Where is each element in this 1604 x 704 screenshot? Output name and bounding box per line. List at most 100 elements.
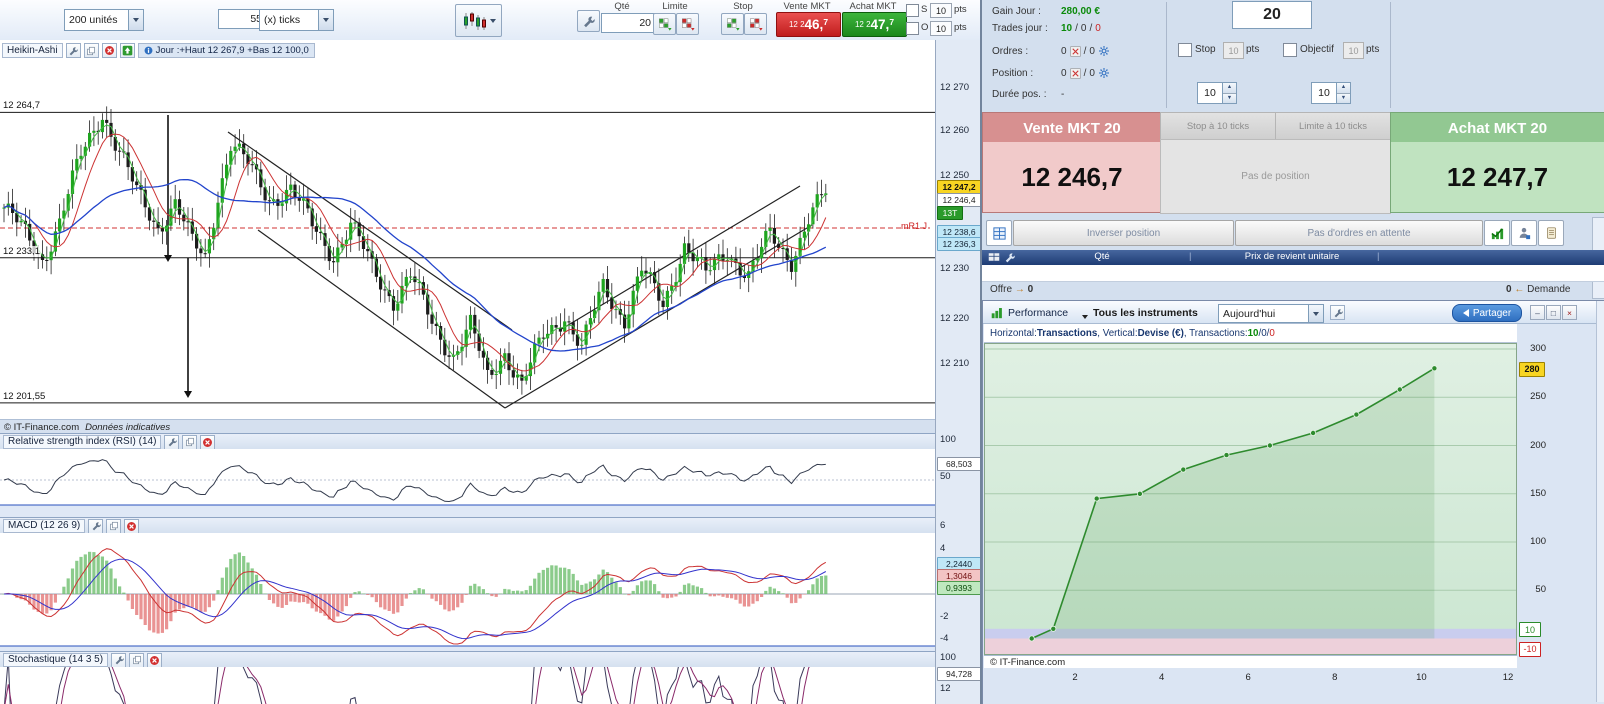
wrench-icon[interactable]	[88, 518, 104, 534]
wrench-icon[interactable]	[111, 652, 127, 668]
chevron-down-icon[interactable]	[318, 10, 333, 30]
units-select[interactable]: 200 unités	[64, 9, 144, 31]
wrench-icon	[164, 434, 180, 450]
close-icon[interactable]	[200, 434, 216, 450]
stochastic-chart[interactable]	[0, 667, 935, 704]
ladder-view-button[interactable]	[986, 220, 1012, 246]
trades-row: Trades jour : 10 / 0 / 0	[992, 23, 1101, 34]
move-up-icon[interactable]	[119, 43, 135, 58]
o-pts-input[interactable]: 10	[930, 21, 952, 36]
performance-y-tick: 200	[1530, 439, 1546, 451]
gear-icon[interactable]	[1098, 45, 1110, 57]
instruments-filter[interactable]: Tous les instruments	[1093, 307, 1198, 319]
vente-mkt-price[interactable]: 12 246,7	[982, 142, 1162, 213]
close-icon[interactable]	[124, 518, 140, 534]
order-log-button[interactable]	[1538, 220, 1564, 246]
vente-mkt-header[interactable]: Vente MKT 20	[982, 112, 1162, 144]
close-icon[interactable]	[147, 652, 163, 668]
legend-segment: Transactions	[1036, 327, 1098, 339]
filter-chevron-icon[interactable]	[1082, 311, 1088, 322]
stepper-arrows[interactable]: ▲ ▼	[1336, 83, 1350, 103]
pas-dordres-button[interactable]: Pas d'ordres en attente	[1235, 220, 1483, 246]
vente-mkt-button[interactable]: 12 2 46, 7	[776, 12, 841, 37]
stop-pts-input[interactable]: 10	[1223, 42, 1244, 59]
pivot-level-label: mR1 J	[901, 221, 928, 231]
cancel-orders-icon[interactable]	[1069, 45, 1081, 57]
s-checkbox[interactable]	[906, 4, 919, 17]
limite-sell-button[interactable]	[676, 13, 699, 35]
o-checkbox[interactable]	[906, 22, 919, 35]
separator: /	[1083, 45, 1087, 57]
close-position-icon[interactable]	[1069, 67, 1081, 79]
rsi-title[interactable]: Relative strength index (RSI) (14)	[3, 435, 162, 449]
ordres-count: 0	[1061, 45, 1067, 57]
tab-performance[interactable]: Performance	[1008, 307, 1068, 319]
account-button[interactable]	[1511, 220, 1537, 246]
stop-sell-button[interactable]	[744, 13, 767, 35]
period-type-select[interactable]: (x) ticks	[259, 9, 334, 31]
performance-chart[interactable]	[984, 343, 1517, 655]
duplicate-icon[interactable]	[182, 434, 198, 450]
column-divider: |	[1189, 251, 1192, 262]
price-axis[interactable]: 12 270 12 260 12 250 12 230 12 220 12 210 100 5…	[935, 40, 981, 704]
stop-ticks-header[interactable]: Stop à 10 ticks	[1160, 112, 1276, 140]
macd-chart[interactable]	[0, 533, 935, 651]
close-button[interactable]: ×	[1562, 305, 1577, 320]
stop-checkbox[interactable]	[1178, 43, 1192, 57]
order-quantity-input[interactable]: 20	[1232, 1, 1312, 29]
partager-button[interactable]: Partager	[1452, 304, 1522, 322]
limite-ticks-header[interactable]: Limite à 10 ticks	[1275, 112, 1391, 140]
trades-flat: 0	[1080, 23, 1087, 34]
minimize-button[interactable]: –	[1530, 305, 1545, 320]
stop-ticks-stepper[interactable]: 10 ▲ ▼	[1197, 82, 1237, 104]
axis-price-tag: 0,9393	[937, 581, 981, 595]
chart-type-button[interactable]	[455, 4, 502, 37]
objectif-pts-input[interactable]: 10	[1343, 42, 1364, 59]
achat-mkt-header[interactable]: Achat MKT 20	[1390, 112, 1604, 144]
indicator-name[interactable]: Heikin-Ashi	[2, 43, 63, 58]
close-icon[interactable]	[101, 43, 117, 58]
offre-label: Offre	[990, 284, 1013, 295]
qty-input[interactable]: 20	[601, 13, 657, 33]
objectif-checkbox[interactable]	[1283, 43, 1297, 57]
stepper-arrows[interactable]: ▲ ▼	[1222, 83, 1236, 103]
chevron-down-icon[interactable]	[1308, 305, 1323, 322]
duplicate-icon[interactable]	[129, 652, 145, 668]
legend-segment: 10	[1247, 327, 1259, 339]
macd-title[interactable]: MACD (12 26 9)	[3, 519, 86, 533]
chevron-down-icon[interactable]	[128, 10, 143, 30]
inverser-position-button[interactable]: Inverser position	[1013, 220, 1234, 246]
performance-y-tick: 100	[1530, 536, 1546, 547]
wrench-icon[interactable]	[1330, 305, 1345, 320]
gear-icon[interactable]	[1098, 67, 1110, 79]
performance-x-tick: 8	[1332, 672, 1338, 683]
performance-up-threshold-tag: 10	[1519, 622, 1541, 638]
wrench-icon[interactable]	[1004, 252, 1015, 266]
main-price-chart[interactable]	[0, 40, 935, 432]
column-pru[interactable]: Prix de revient unitaire	[1212, 251, 1372, 262]
red-grid-icon	[749, 18, 763, 31]
performance-x-tick: 4	[1158, 672, 1165, 683]
achat-mkt-price[interactable]: 12 247,7	[1390, 142, 1604, 213]
duplicate-icon[interactable]	[106, 518, 122, 534]
restore-button[interactable]: □	[1546, 305, 1561, 320]
s-pts-input[interactable]: 10	[930, 3, 952, 18]
stop-buy-button[interactable]	[721, 13, 744, 35]
column-qty[interactable]: Qté	[1042, 251, 1162, 262]
wrench-icon[interactable]	[65, 43, 81, 58]
period-select[interactable]: Aujourd'hui	[1218, 304, 1324, 323]
performance-report-button[interactable]	[1484, 220, 1510, 246]
rsi-chart[interactable]	[0, 449, 935, 517]
limite-ticks-stepper[interactable]: 10 ▲ ▼	[1311, 82, 1351, 104]
stoch-title[interactable]: Stochastique (14 3 5)	[3, 653, 109, 667]
offre-arrow-icon: →	[1014, 284, 1025, 295]
wrench-icon	[584, 16, 595, 27]
partager-label: Partager	[1472, 307, 1512, 319]
achat-mkt-button[interactable]: 12 2 47, 7	[842, 12, 907, 37]
performance-legend: Horizontal: Transactions, Vertical: Devi…	[984, 324, 1517, 343]
limite-buy-button[interactable]	[653, 13, 676, 35]
duplicate-icon[interactable]	[83, 43, 99, 58]
s-label: S	[921, 4, 928, 15]
settings-wrench-button[interactable]	[577, 10, 600, 32]
performance-scrollbar[interactable]	[1596, 301, 1604, 702]
